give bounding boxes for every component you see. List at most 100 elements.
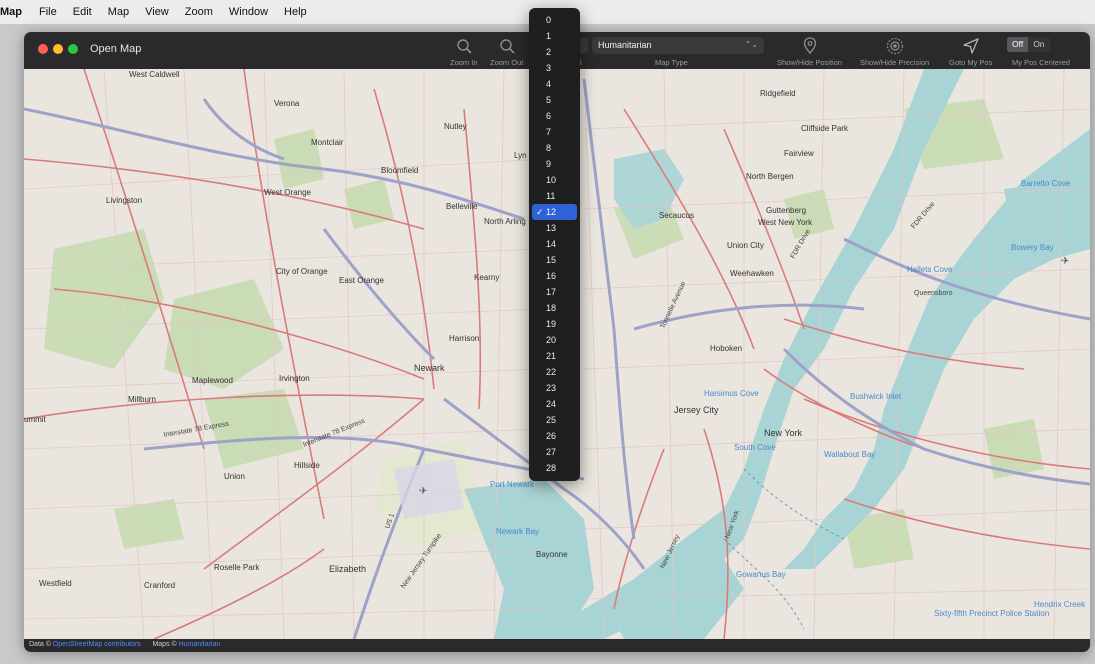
zoom-option[interactable]: 6 — [529, 108, 580, 124]
label-weehawken: Weehawken — [730, 269, 774, 278]
zoom-option[interactable]: 4 — [529, 76, 580, 92]
goto-my-pos-label: Goto My Pos — [949, 58, 993, 67]
label-hendrix-creek: Hendrix Creek — [1034, 600, 1086, 609]
show-hide-position-button[interactable]: Show/Hide Position — [777, 36, 842, 67]
map-type-value: Humanitarian — [598, 40, 652, 50]
zoom-window-button[interactable] — [68, 44, 78, 54]
show-hide-precision-button[interactable]: Show/Hide Precision — [860, 36, 929, 67]
label-westfield: Westfield — [39, 579, 72, 588]
zoom-option[interactable]: 1 — [529, 28, 580, 44]
zoom-out-label: Zoom Out — [490, 58, 524, 67]
zoom-option[interactable]: 20 — [529, 332, 580, 348]
label-maplewood: Maplewood — [192, 376, 233, 385]
minimize-window-button[interactable] — [53, 44, 63, 54]
label-bloomfield: Bloomfield — [381, 166, 418, 175]
label-summit: ummit — [24, 415, 47, 424]
label-harrison: Harrison — [449, 334, 479, 343]
label-barretto-cove: Barretto Cove — [1021, 179, 1071, 188]
zoom-in-label: Zoom In — [450, 58, 478, 67]
show-hide-precision-label: Show/Hide Precision — [860, 58, 930, 67]
label-hillside: Hillside — [294, 461, 320, 470]
zoom-option[interactable]: 24 — [529, 396, 580, 412]
label-montclair: Montclair — [311, 138, 344, 147]
zoom-option[interactable]: 26 — [529, 428, 580, 444]
label-fairview: Fairview — [784, 149, 814, 158]
label-wallabout-bay: Wallabout Bay — [824, 450, 875, 459]
label-cranford: Cranford — [144, 581, 175, 590]
zoom-out-icon — [499, 39, 515, 54]
zoom-option[interactable]: 18 — [529, 300, 580, 316]
close-window-button[interactable] — [38, 44, 48, 54]
label-jersey-city: Jersey City — [674, 405, 719, 415]
attribution-bar: Data © OpenStreetMap contributors Maps ©… — [24, 639, 1090, 652]
segment-on[interactable]: On — [1028, 37, 1050, 52]
label-city-of-orange: City of Orange — [276, 267, 328, 276]
zoom-option[interactable]: 3 — [529, 60, 580, 76]
menu-zoom[interactable]: Zoom — [185, 6, 213, 18]
label-elizabeth: Elizabeth — [329, 564, 366, 574]
label-cliffside-park: Cliffside Park — [801, 124, 849, 133]
label-north-arlington: North Arling — [484, 217, 526, 226]
label-west-new-york: West New York — [758, 218, 813, 227]
label-lyndhurst: Lyn — [514, 151, 527, 160]
checkmark-icon: ✓ — [536, 207, 544, 217]
zoom-option[interactable]: 19 — [529, 316, 580, 332]
label-millburn: Millburn — [128, 395, 156, 404]
location-arrow-icon — [963, 38, 979, 54]
label-verona: Verona — [274, 99, 300, 108]
zoom-option[interactable]: 10 — [529, 172, 580, 188]
zoom-out-button[interactable]: Zoom Out — [490, 36, 523, 67]
label-belleville: Belleville — [446, 202, 478, 211]
zoom-level-dropdown[interactable]: 0 1 2 3 4 5 6 7 8 9 10 11 ✓ 12 13 14 15 … — [529, 8, 580, 481]
zoom-option[interactable]: 22 — [529, 364, 580, 380]
label-union: Union — [224, 472, 245, 481]
label-bowery-bay: Bowery Bay — [1011, 243, 1054, 252]
menu-file[interactable]: File — [39, 6, 57, 18]
label-union-city: Union City — [727, 241, 764, 250]
humanitarian-link[interactable]: Humanitarian — [179, 641, 221, 648]
zoom-option[interactable]: 25 — [529, 412, 580, 428]
data-attribution-prefix: Data © — [29, 641, 51, 648]
zoom-option-selected[interactable]: ✓ 12 — [532, 204, 577, 220]
zoom-option[interactable]: 27 — [529, 444, 580, 460]
my-pos-centered-toggle[interactable]: Off On — [1007, 37, 1050, 52]
label-irvington: Irvington — [279, 374, 310, 383]
menu-edit[interactable]: Edit — [73, 6, 92, 18]
menu-window[interactable]: Window — [229, 6, 268, 18]
airport-icon: ✈ — [419, 486, 427, 497]
zoom-option[interactable]: 28 — [529, 460, 580, 476]
menu-help[interactable]: Help — [284, 6, 307, 18]
label-port-newark: Port Newark — [490, 480, 535, 489]
menu-app-name[interactable]: Map — [0, 6, 22, 18]
map-type-select[interactable]: Humanitarian ⌃⌄ — [592, 37, 764, 54]
openstreetmap-link[interactable]: OpenStreetMap contributors — [53, 641, 141, 648]
zoom-option[interactable]: 5 — [529, 92, 580, 108]
zoom-option[interactable]: 8 — [529, 140, 580, 156]
segment-off[interactable]: Off — [1007, 37, 1029, 52]
zoom-option[interactable]: 15 — [529, 252, 580, 268]
label-police-station: Sixty-fifth Precinct Police Station — [934, 609, 1049, 618]
label-livingston: Livingston — [106, 196, 142, 205]
zoom-option[interactable]: 11 — [529, 188, 580, 204]
zoom-option[interactable]: 17 — [529, 284, 580, 300]
zoom-option[interactable]: 23 — [529, 380, 580, 396]
zoom-option[interactable]: 7 — [529, 124, 580, 140]
menu-view[interactable]: View — [145, 6, 169, 18]
zoom-option[interactable]: 9 — [529, 156, 580, 172]
zoom-in-button[interactable]: Zoom In — [450, 36, 478, 67]
label-hallets-cove: Hallets Cove — [907, 265, 953, 274]
label-gowanus-bay: Gowanus Bay — [736, 570, 786, 579]
menu-map[interactable]: Map — [108, 6, 129, 18]
map-type-label: Map Type — [655, 58, 688, 67]
zoom-option[interactable]: 16 — [529, 268, 580, 284]
label-nutley: Nutley — [444, 122, 467, 131]
zoom-option[interactable]: 13 — [529, 220, 580, 236]
zoom-option[interactable]: 21 — [529, 348, 580, 364]
goto-my-pos-button[interactable]: Goto My Pos — [949, 36, 992, 67]
my-pos-centered-label: My Pos Centered — [1012, 58, 1070, 67]
show-hide-position-label: Show/Hide Position — [777, 58, 843, 67]
zoom-option[interactable]: 0 — [529, 12, 580, 28]
zoom-option[interactable]: 14 — [529, 236, 580, 252]
zoom-option[interactable]: 2 — [529, 44, 580, 60]
label-ridgefield: Ridgefield — [760, 89, 796, 98]
